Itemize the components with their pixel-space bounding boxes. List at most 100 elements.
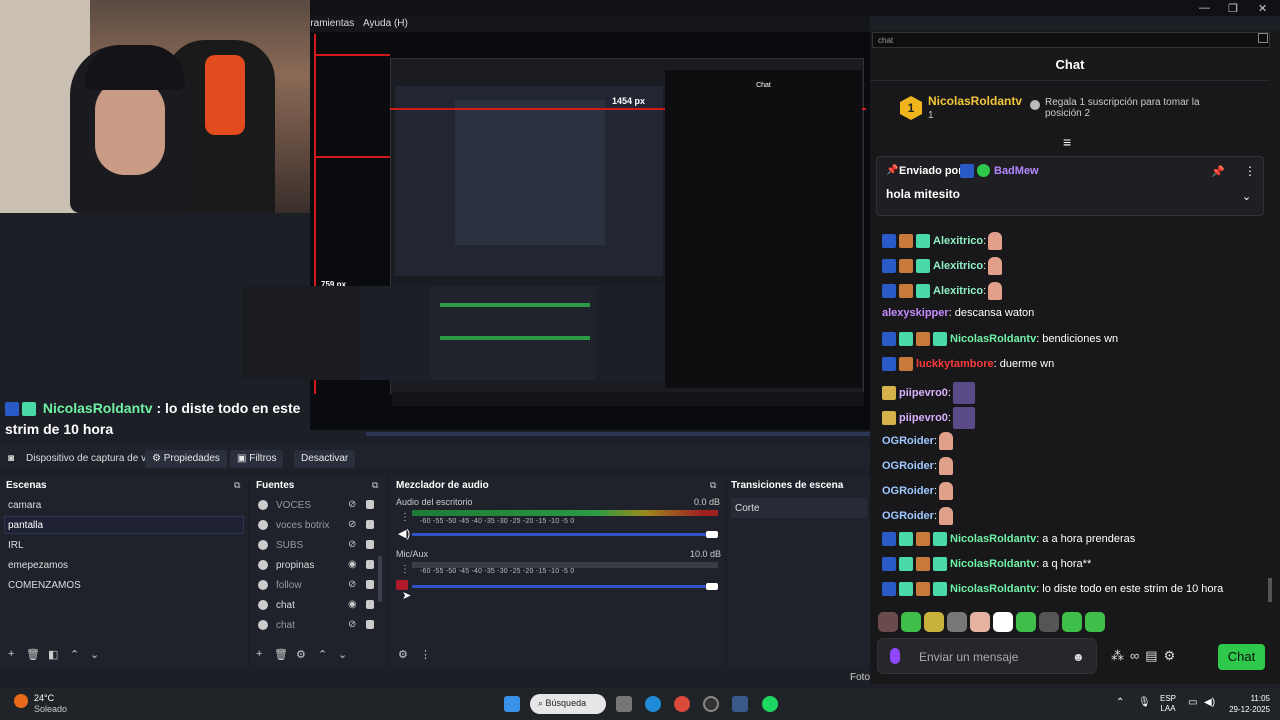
chat-username[interactable]: NicolasRoldantv [950, 558, 1036, 570]
chat-username[interactable]: piipevro0 [899, 387, 948, 399]
remove-scene-icon[interactable]: 🗑 [26, 648, 40, 661]
emote-icon[interactable] [947, 612, 967, 632]
emote-icon[interactable] [901, 612, 921, 632]
panel-dock-icon[interactable]: ⧉ [372, 480, 378, 491]
chat-username[interactable]: alexyskipper [882, 307, 949, 319]
emote-icon[interactable] [878, 612, 898, 632]
menu-ayuda[interactable]: Ayuda (H) [363, 18, 408, 29]
add-scene-icon[interactable]: + [8, 648, 14, 660]
chat-message[interactable]: OGRoider: [882, 457, 954, 475]
hidden-eye-icon[interactable]: ⊘ [348, 499, 356, 510]
move-up-icon[interactable]: ⌃ [70, 648, 79, 661]
source-settings-icon[interactable]: ⚙ [296, 648, 306, 661]
volume-slider-desktop[interactable] [412, 533, 718, 536]
channel-menu-icon[interactable]: ⋮ [400, 564, 410, 575]
emote-icon[interactable] [1016, 612, 1036, 632]
obs-icon[interactable] [703, 696, 719, 712]
language-indicator[interactable]: ESP LAA [1160, 694, 1176, 714]
sources-scrollbar[interactable] [378, 556, 382, 602]
start-icon[interactable] [504, 696, 520, 712]
chat-message[interactable]: alexyskipper: descansa waton [882, 307, 1034, 319]
scene-filter-icon[interactable]: ◧ [48, 648, 58, 661]
eye-icon[interactable]: ◉ [348, 559, 357, 570]
chat-username[interactable]: OGRoider [882, 435, 934, 447]
scene-item[interactable]: COMENZAMOS [8, 580, 81, 591]
remove-source-icon[interactable]: 🗑 [274, 648, 288, 661]
settings-icon[interactable]: ⚙ [1164, 648, 1182, 663]
hidden-eye-icon[interactable]: ⊘ [348, 539, 356, 550]
mixer-settings-icon[interactable]: ⚙ [398, 648, 408, 661]
chat-username[interactable]: piipevro0 [899, 412, 948, 424]
store-icon[interactable]: ▤ [1145, 648, 1163, 663]
emote-icon[interactable] [1062, 612, 1082, 632]
lock-icon[interactable] [366, 600, 374, 609]
chat-username[interactable]: luckkytambore [916, 358, 994, 370]
properties-button[interactable]: ⚙ Propiedades [145, 450, 227, 468]
add-source-icon[interactable]: + [256, 648, 262, 660]
chat-username[interactable]: Alexitrico [933, 260, 983, 272]
hidden-eye-icon[interactable]: ⊘ [348, 579, 356, 590]
weather-icon[interactable] [14, 694, 28, 708]
source-item[interactable]: SUBS ⊘ [256, 538, 382, 556]
send-chat-button[interactable]: Chat [1218, 644, 1265, 670]
source-item[interactable]: chat ⊘ [256, 618, 382, 636]
lock-icon[interactable] [366, 500, 374, 509]
people-icon[interactable]: ⁂ [1111, 648, 1130, 663]
volume-knob[interactable] [706, 583, 718, 590]
source-item[interactable]: voces botrix ⊘ [256, 518, 382, 536]
emote-icon[interactable] [993, 612, 1013, 632]
edge-icon[interactable] [645, 696, 661, 712]
move-down-icon[interactable]: ⌄ [90, 648, 99, 661]
tray-chevron-icon[interactable]: ⌃ [1116, 697, 1124, 708]
emote-icon[interactable] [1039, 612, 1059, 632]
scene-item[interactable]: emepezamos [8, 560, 68, 571]
pinned-user[interactable]: BadMew [994, 165, 1039, 177]
chat-username[interactable]: Alexitrico [933, 285, 983, 297]
chat-message[interactable]: NicolasRoldantv: lo diste todo en este s… [882, 582, 1223, 596]
chat-message[interactable]: OGRoider: [882, 432, 954, 450]
panel-dock-icon[interactable]: ⧉ [710, 480, 716, 491]
infinity-icon[interactable]: ∞ [1130, 648, 1145, 663]
emote-icon[interactable] [1085, 612, 1105, 632]
chat-message[interactable]: Alexitrico: [882, 232, 1003, 250]
lock-icon[interactable] [366, 580, 374, 589]
speaker-icon[interactable]: ◀) [398, 527, 410, 540]
network-icon[interactable]: ▭ [1188, 697, 1197, 708]
channel-menu-icon[interactable]: ⋮ [400, 512, 410, 523]
source-item[interactable]: propinas ◉ [256, 558, 382, 576]
source-item[interactable]: VOCES ⊘ [256, 498, 382, 516]
volume-icon[interactable]: ◀) [1204, 697, 1215, 708]
emote-icon[interactable] [970, 612, 990, 632]
chat-message[interactable]: OGRoider: [882, 482, 954, 500]
panel-dock-icon[interactable]: ⧉ [234, 480, 240, 491]
hidden-eye-icon[interactable]: ⊘ [348, 519, 356, 530]
source-item[interactable]: follow ⊘ [256, 578, 382, 596]
deactivate-button[interactable]: Desactivar [294, 450, 356, 468]
clock[interactable]: 11:05 29-12-2025 [1222, 693, 1270, 715]
leaderboard-user[interactable]: NicolasRoldantv [928, 94, 1022, 108]
unpin-icon[interactable]: 📌 [1211, 165, 1225, 178]
chat-message[interactable]: piipevro0: [882, 382, 975, 404]
chat-username[interactable]: NicolasRoldantv [950, 333, 1036, 345]
chrome-icon[interactable] [674, 696, 690, 712]
minimize-button[interactable]: — [1199, 2, 1210, 14]
preview-scrollbar[interactable] [366, 432, 870, 436]
chat-username[interactable]: OGRoider [882, 510, 934, 522]
chat-message[interactable]: luckkytambore: duerme wn [882, 357, 1054, 371]
scene-item[interactable]: camara [8, 500, 41, 511]
move-up-icon[interactable]: ⌃ [318, 648, 327, 661]
chat-username[interactable]: Alexitrico [933, 235, 983, 247]
scene-item[interactable]: pantalla [8, 520, 43, 531]
mixer-menu-icon[interactable]: ⋮ [420, 648, 431, 661]
search-box[interactable]: ⌕ Búsqueda [530, 694, 606, 714]
lock-icon[interactable] [366, 520, 374, 529]
eye-icon[interactable]: ◉ [348, 599, 357, 610]
chat-message[interactable]: OGRoider: [882, 507, 954, 525]
menu-herramientas[interactable]: rramientas [307, 18, 354, 29]
volume-knob[interactable] [706, 531, 718, 538]
chat-message[interactable]: NicolasRoldantv: a q hora** [882, 557, 1091, 571]
more-options-icon[interactable]: ⋮ [1244, 164, 1256, 178]
chat-message[interactable]: piipevro0: [882, 407, 975, 429]
filters-button[interactable]: ▣ Filtros [230, 450, 284, 468]
task-view-icon[interactable] [616, 696, 632, 712]
